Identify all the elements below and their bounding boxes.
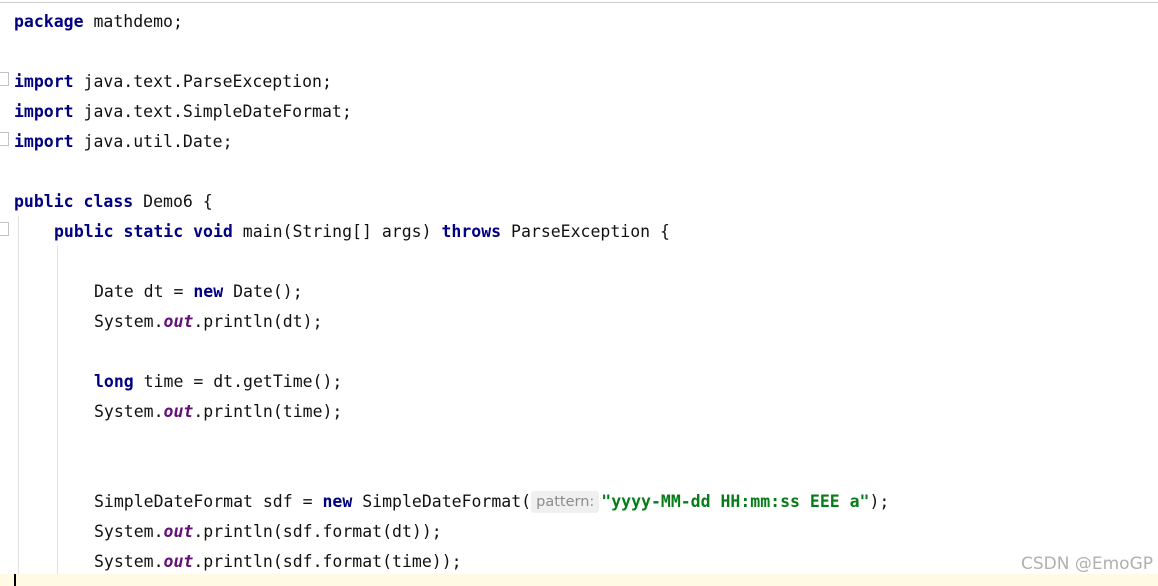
static-field-out: out [163,552,194,571]
code-line-println[interactable]: System.out.println(sdf.format(dt)); [94,517,442,547]
code-text: time = dt.getTime(); [133,372,343,391]
code-text: ); [869,492,890,511]
code-text: .println(time); [193,402,343,421]
code-line-time-declaration[interactable]: long time = dt.getTime(); [94,367,342,397]
fold-marker-icon[interactable] [0,72,9,86]
code-editor[interactable]: package mathdemo; import java.text.Parse… [0,0,1158,586]
editor-top-border [0,2,1158,3]
main-signature: main(String[] args) [232,222,442,241]
keyword-import: import [14,72,74,91]
keyword-class: class [83,192,134,211]
code-line-class-declaration[interactable]: public class Demo6 { [14,187,213,217]
keyword-public: public [54,222,114,241]
code-text: .println(dt); [193,312,323,331]
keyword-throws: throws [441,222,502,241]
code-line-println[interactable]: System.out.println(dt); [94,307,323,337]
keyword-package: package [14,12,84,31]
code-line-import[interactable]: import java.text.SimpleDateFormat; [14,97,352,127]
code-text: Date dt = [94,282,194,301]
code-text: SimpleDateFormat sdf = [94,492,323,511]
keyword-void: void [193,222,233,241]
keyword-new: new [193,282,224,301]
import-path: java.util.Date; [73,132,233,151]
keyword-static: static [123,222,184,241]
code-line-println[interactable]: System.out.println(sdf.format(time)); [94,547,462,577]
code-text: System. [94,552,164,571]
code-line-package[interactable]: package mathdemo; [14,7,183,37]
keyword-long: long [94,372,134,391]
code-line-println[interactable]: System.out.println(time); [94,397,342,427]
code-text: System. [94,402,164,421]
indent-guide [57,246,58,586]
indent-guide [18,216,19,586]
code-text: Date(); [223,282,303,301]
keyword-new: new [322,492,353,511]
code-line-date-declaration[interactable]: Date dt = new Date(); [94,277,303,307]
code-line-sdf-declaration[interactable]: SimpleDateFormat sdf = new SimpleDateFor… [94,487,889,517]
keyword-import: import [14,132,74,151]
fold-marker-icon[interactable] [0,132,9,146]
code-text: System. [94,312,164,331]
text-caret [14,574,16,586]
code-text: .println(sdf.format(dt)); [193,522,442,541]
class-name: Demo6 { [133,192,213,211]
parameter-hint: pattern: [531,491,600,513]
import-path: java.text.ParseException; [73,72,332,91]
code-text: System. [94,522,164,541]
import-path: java.text.SimpleDateFormat; [73,102,352,121]
watermark-text: CSDN @EmoGP [1021,554,1153,574]
code-text: .println(sdf.format(time)); [193,552,462,571]
code-line-import[interactable]: import java.text.ParseException; [14,67,332,97]
string-literal: "yyyy-MM-dd HH:mm:ss EEE a" [601,492,870,511]
package-name: mathdemo; [83,12,183,31]
main-throws-type: ParseException { [501,222,670,241]
code-text: SimpleDateFormat( [352,492,532,511]
code-line-import[interactable]: import java.util.Date; [14,127,233,157]
static-field-out: out [163,522,194,541]
keyword-public: public [14,192,74,211]
fold-marker-icon[interactable] [0,222,9,236]
code-line-main-declaration[interactable]: public static void main(String[] args) t… [54,217,670,247]
static-field-out: out [163,312,194,331]
keyword-import: import [14,102,74,121]
static-field-out: out [163,402,194,421]
